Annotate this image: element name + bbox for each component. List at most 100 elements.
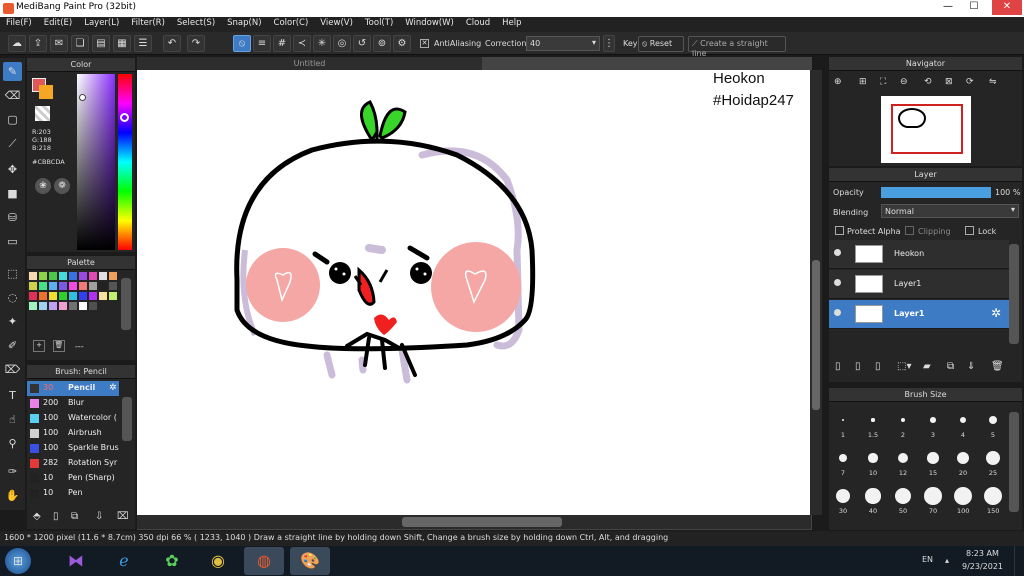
palette-swatch[interactable]: [69, 282, 77, 290]
pages-icon[interactable]: ▦: [113, 35, 131, 52]
zoom-fit-icon[interactable]: ⊞: [859, 77, 867, 87]
new-layer-icon[interactable]: ▯: [835, 361, 841, 372]
chrome-icon[interactable]: ◉: [198, 547, 238, 575]
brush-size-dot[interactable]: [927, 452, 939, 464]
brush-item[interactable]: 100 Airbrush: [27, 426, 119, 441]
chat-icon[interactable]: ❏: [71, 35, 89, 52]
protect-alpha-checkbox[interactable]: [835, 226, 844, 235]
brush-size-dot[interactable]: [894, 487, 912, 505]
select-tool-icon[interactable]: ⬚: [3, 264, 22, 283]
reset-button[interactable]: ⦸ Reset: [638, 36, 684, 52]
brush-size-dot[interactable]: [989, 416, 997, 424]
palette-swatch[interactable]: [99, 292, 107, 300]
drawing-canvas[interactable]: Heokon #Hoidap247: [137, 70, 811, 515]
page-icon[interactable]: ▤: [92, 35, 110, 52]
menu-view[interactable]: View(V): [314, 17, 359, 32]
navigator-preview[interactable]: [881, 96, 971, 163]
flip-icon[interactable]: ⇋: [989, 77, 997, 87]
visibility-icon[interactable]: [834, 249, 841, 256]
palette-swatch[interactable]: [49, 282, 57, 290]
brush-settings-gear-icon[interactable]: ✲: [109, 383, 117, 393]
brush-size-dot[interactable]: [839, 454, 847, 462]
brush-size-dot[interactable]: [956, 451, 970, 465]
paint-icon[interactable]: 🎨: [290, 547, 330, 575]
palette-swatch[interactable]: [49, 292, 57, 300]
brush-size-dot[interactable]: [986, 451, 1000, 465]
eyedropper-icon[interactable]: ⚲: [3, 434, 22, 453]
blending-select[interactable]: Normal ▾: [881, 204, 1019, 218]
palette-swatch[interactable]: [39, 272, 47, 280]
delete-layer-icon[interactable]: 🗑: [991, 361, 1004, 372]
layer-row[interactable]: Layer1 ✲: [829, 300, 1009, 329]
menu-select[interactable]: Select(S): [171, 17, 221, 32]
move-tool-icon[interactable]: ✥: [3, 160, 22, 179]
palette-swatch[interactable]: [59, 302, 67, 310]
palette-swatch[interactable]: [39, 302, 47, 310]
canvas-vscroll[interactable]: [810, 70, 822, 515]
color-field[interactable]: [77, 74, 115, 250]
new-8bit-layer-icon[interactable]: ▯: [875, 361, 881, 372]
brush-item[interactable]: 200 Blur: [27, 396, 119, 411]
close-button[interactable]: ✕: [992, 0, 1022, 15]
line-tool-icon[interactable]: ⟋: [3, 134, 22, 153]
merge-down-icon[interactable]: ⇓: [967, 361, 975, 372]
rectangle-tool-icon[interactable]: ▢: [3, 110, 22, 129]
color-field-cursor[interactable]: [79, 94, 86, 101]
tray-up-icon[interactable]: ▴: [945, 556, 949, 565]
visibility-icon[interactable]: [834, 279, 841, 286]
snap-circle-icon[interactable]: ◎: [333, 35, 351, 52]
brush-tool-icon[interactable]: ✎: [3, 62, 22, 81]
menu-snap[interactable]: Snap(N): [221, 17, 267, 32]
brush-add-icon[interactable]: ⬘: [33, 511, 41, 522]
palette-swatch[interactable]: [59, 272, 67, 280]
palette-scrollbar[interactable]: [121, 278, 131, 330]
palette-swatch[interactable]: [109, 282, 117, 290]
clock-time[interactable]: 8:23 AM: [966, 549, 999, 558]
brush-item[interactable]: 100 Watercolor (: [27, 411, 119, 426]
brush-item[interactable]: 30 Pencil: [27, 381, 119, 396]
snap-concentric-icon[interactable]: ⊚: [373, 35, 391, 52]
snap-settings-icon[interactable]: ⚙: [393, 35, 411, 52]
select-pen-icon[interactable]: ✐: [3, 336, 22, 355]
brush-new-icon[interactable]: ▯: [53, 511, 59, 522]
cloud-icon[interactable]: ☁: [8, 35, 26, 52]
brush-size-dot[interactable]: [868, 453, 878, 463]
clipping-checkbox[interactable]: [905, 226, 914, 235]
sub-color-swatch[interactable]: [39, 85, 53, 99]
palette-swatch[interactable]: [89, 292, 97, 300]
palette-add-icon[interactable]: ❁: [54, 178, 70, 194]
palette-swatch[interactable]: [99, 282, 107, 290]
layer-gear-icon[interactable]: ✲: [991, 306, 1001, 320]
palette-swatch[interactable]: [49, 272, 57, 280]
palette-swatch[interactable]: [89, 302, 97, 310]
minimize-button[interactable]: —: [936, 0, 960, 15]
bucket-tool-icon[interactable]: ⛁: [3, 208, 22, 227]
canvas-hscroll-thumb[interactable]: [402, 517, 562, 527]
palette-swatch[interactable]: [79, 272, 87, 280]
brush-size-dot[interactable]: [924, 487, 942, 505]
brush-item[interactable]: 282 Rotation Syr: [27, 456, 119, 471]
app-icon-green[interactable]: ✿: [152, 547, 192, 575]
palette-swatch[interactable]: [79, 292, 87, 300]
layer-scrollbar[interactable]: [1009, 244, 1019, 344]
palette-swatch[interactable]: [29, 292, 37, 300]
menu-window[interactable]: Window(W): [399, 17, 460, 32]
maximize-button[interactable]: ☐: [962, 0, 986, 15]
palette-swatch[interactable]: [69, 272, 77, 280]
undo-icon[interactable]: ↶: [163, 35, 181, 52]
palette-swatch[interactable]: [89, 282, 97, 290]
navigator-viewport-rect[interactable]: [891, 104, 963, 154]
zoom-in-icon[interactable]: ⊕: [834, 77, 842, 87]
palette-swatch[interactable]: [79, 282, 87, 290]
snap-grid-icon[interactable]: #: [273, 35, 291, 52]
palette-swatch[interactable]: [59, 292, 67, 300]
medibang-taskbar-icon[interactable]: ◍: [244, 547, 284, 575]
brush-size-dot[interactable]: [897, 452, 909, 464]
brush-size-dot[interactable]: [954, 487, 972, 505]
canvas-vscroll-thumb[interactable]: [812, 260, 820, 410]
hue-slider-cursor[interactable]: [120, 113, 129, 122]
add-palette-icon[interactable]: +: [33, 340, 45, 352]
palette-swatch[interactable]: [89, 272, 97, 280]
new-halftone-layer-icon[interactable]: ▯: [855, 361, 861, 372]
palette-swatch[interactable]: [99, 272, 107, 280]
